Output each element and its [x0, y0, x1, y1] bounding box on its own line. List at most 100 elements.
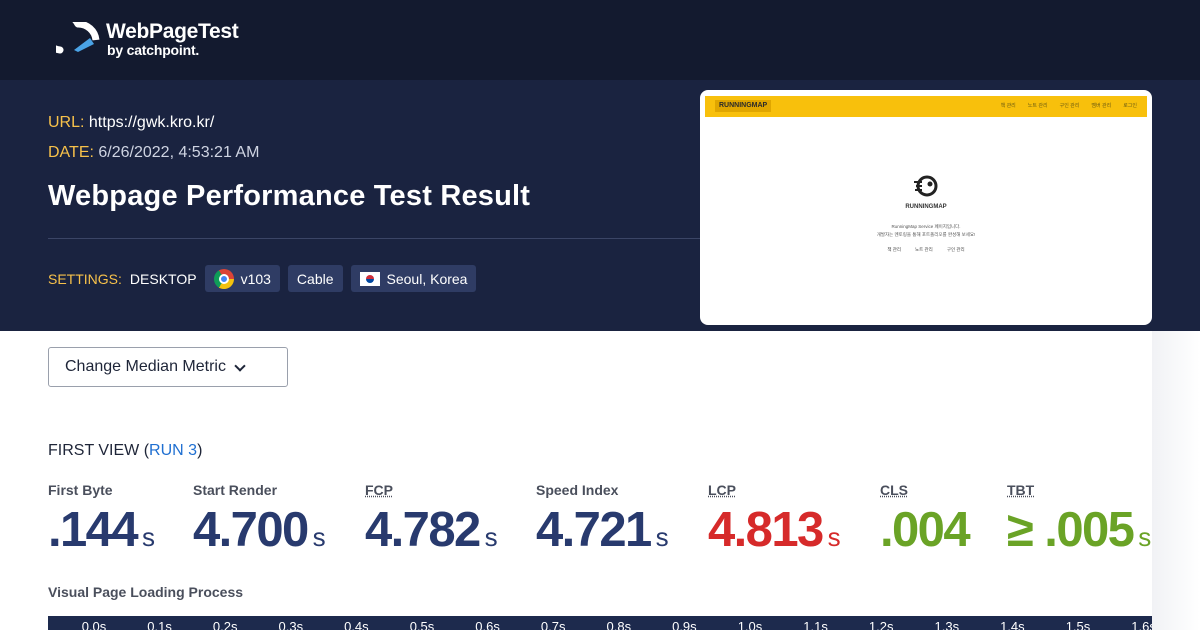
metric-unit: s: [1138, 522, 1152, 552]
thumbnail-nav: 책 관리 노트 관리 구인 관리 멤버 관리 로그인: [1001, 102, 1137, 109]
visual-progress-timeline: 0.0s 0.1s 0.2s 0.3s 0.4s 0.5s 0.6s 0.7s 0.8s 0.9s…: [48, 616, 1152, 630]
visual-progress-title: Visual Page Loading Process: [48, 584, 244, 600]
top-header: WebPageTest by catchpoint.: [0, 0, 1200, 80]
metric-value: 4.813 s: [708, 502, 841, 565]
thumbnail-desc-line: 개발자는 멘토링을 통해 포트폴리오를 완성해 보세요!: [876, 232, 976, 237]
metric-value: ≥ .005 s: [1007, 502, 1151, 565]
connection-value: Cable: [296, 270, 334, 287]
thumbnail-nav-item: 노트 관리: [1027, 103, 1048, 109]
run-link[interactable]: RUN 3: [149, 442, 197, 459]
timeline-tick: 0.5s: [409, 619, 435, 630]
chrome-icon: [213, 268, 234, 289]
thumbnail-link: 구인 관리: [946, 247, 965, 252]
metric-unit: s: [484, 522, 498, 552]
metric-fcp: FCP 4.782 s: [365, 482, 498, 565]
metric-value: .144 s: [48, 502, 155, 565]
metric-name[interactable]: CLS: [880, 482, 969, 500]
timeline-tick: 0.9s: [672, 619, 697, 630]
timeline-tick: 1.6s: [1131, 619, 1152, 630]
timeline-tick: 0.4s: [344, 619, 369, 630]
connection-pill: Cable: [287, 265, 343, 292]
webpagetest-logo[interactable]: WebPageTest by catchpoint.: [56, 20, 256, 62]
browser-pill: v103: [204, 265, 280, 292]
runner-logo-icon: [914, 175, 938, 197]
metric-unit: s: [312, 522, 326, 552]
metric-name[interactable]: LCP: [708, 482, 841, 500]
brand-subtitle: by catchpoint.: [107, 42, 200, 58]
korea-flag-icon: [359, 271, 380, 286]
settings-key: SETTINGS:: [48, 270, 122, 287]
timeline-tick: 0.3s: [278, 619, 304, 630]
timeline-tick: 0.2s: [212, 619, 238, 630]
thumbnail-link: 노트 관리: [915, 247, 933, 252]
thumbnail-desc-line: RunningMap Service 페이지입니다.: [891, 224, 961, 229]
first-view-heading: FIRST VIEW (RUN 3): [48, 442, 202, 460]
metric-number: 4.813: [708, 503, 824, 557]
metric-number: .004: [880, 503, 971, 557]
metric-cls: CLS .004: [880, 482, 971, 558]
metric-value: .004: [880, 502, 971, 558]
test-date: DATE: 6/26/2022, 4:53:21 AM: [48, 144, 259, 162]
metric-value: 4.721 s: [536, 502, 669, 565]
timeline-tick: 0.7s: [540, 619, 566, 630]
metric-unit: s: [827, 522, 841, 552]
metric-name[interactable]: TBT: [1007, 482, 1151, 500]
metric-value: 4.782 s: [365, 502, 498, 565]
thumbnail-logo-text: RUNNINGMAP: [905, 204, 947, 210]
metric-name[interactable]: FCP: [365, 482, 498, 500]
thumbnail-links: 책 관리 노트 관리 구인 관리: [700, 247, 1152, 253]
timeline-tick: 0.1s: [147, 619, 172, 630]
timeline-tick: 1.2s: [868, 619, 894, 630]
metric-unit: s: [655, 522, 669, 552]
metric-start-render: Start Render 4.700 s: [193, 482, 326, 565]
metric-number: 4.721: [536, 503, 652, 557]
metric-unit: s: [141, 522, 155, 552]
date-value: 6/26/2022, 4:53:21 AM: [98, 144, 260, 161]
first-view-close: ): [197, 442, 203, 459]
logo-mark-icon: [56, 22, 100, 54]
metric-number: 4.700: [193, 503, 309, 557]
metric-name: Start Render: [193, 482, 278, 498]
median-metric-label: Change Median Metric: [65, 358, 226, 375]
thumbnail-brand: RUNNINGMAP: [715, 100, 772, 112]
metric-name: Speed Index: [536, 482, 619, 498]
thumbnail-nav-item: 책 관리: [1000, 103, 1016, 109]
change-median-metric-dropdown[interactable]: Change Median Metric: [48, 347, 288, 387]
timeline-tick: 1.3s: [934, 619, 960, 630]
thumbnail-navbar: RUNNINGMAP 책 관리 노트 관리 구인 관리 멤버 관리 로그인: [705, 96, 1147, 117]
timeline-tick: 1.1s: [803, 619, 828, 630]
metric-first-byte: First Byte .144 s: [48, 482, 155, 565]
url-key: URL:: [48, 114, 85, 131]
thumbnail-nav-item: 로그인: [1123, 103, 1137, 109]
location-pill: Seoul, Korea: [350, 265, 477, 292]
metric-speed-index: Speed Index 4.721 s: [536, 482, 669, 565]
metric-number: ≥ .005: [1007, 503, 1135, 557]
metric-name: First Byte: [48, 482, 113, 498]
chevron-down-icon: [234, 359, 246, 372]
metric-tbt: TBT ≥ .005 s: [1007, 482, 1151, 565]
divider: [48, 238, 703, 239]
brand-title: WebPageTest: [106, 20, 239, 43]
first-view-label: FIRST VIEW (: [48, 442, 150, 459]
thumbnail-link: 책 관리: [887, 247, 902, 252]
timeline-tick: 0.0s: [81, 619, 107, 630]
location-value: Seoul, Korea: [386, 270, 468, 287]
timeline-tick: 0.8s: [606, 619, 632, 630]
thumbnail-nav-item: 구인 관리: [1059, 103, 1080, 109]
page-title: Webpage Performance Test Result: [48, 180, 531, 212]
test-url: URL: https://gwk.kro.kr/: [48, 114, 214, 132]
browser-version: v103: [240, 270, 271, 287]
metric-lcp: LCP 4.813 s: [708, 482, 841, 565]
thumbnail-nav-item: 멤버 관리: [1091, 103, 1112, 109]
device-value: DESKTOP: [129, 270, 197, 287]
url-value[interactable]: https://gwk.kro.kr/: [89, 114, 214, 131]
timeline-tick: 1.4s: [1000, 619, 1025, 630]
metric-number: 4.782: [365, 503, 481, 557]
timeline-tick: 0.6s: [475, 619, 500, 630]
metric-number: .144: [48, 503, 139, 557]
timeline-tick: 1.0s: [737, 619, 763, 630]
timeline-tick: 1.5s: [1065, 619, 1091, 630]
page-screenshot-thumbnail[interactable]: RUNNINGMAP 책 관리 노트 관리 구인 관리 멤버 관리 로그인 RU…: [700, 90, 1152, 325]
date-key: DATE:: [48, 144, 94, 161]
scroll-fade-edge: [1152, 331, 1200, 630]
